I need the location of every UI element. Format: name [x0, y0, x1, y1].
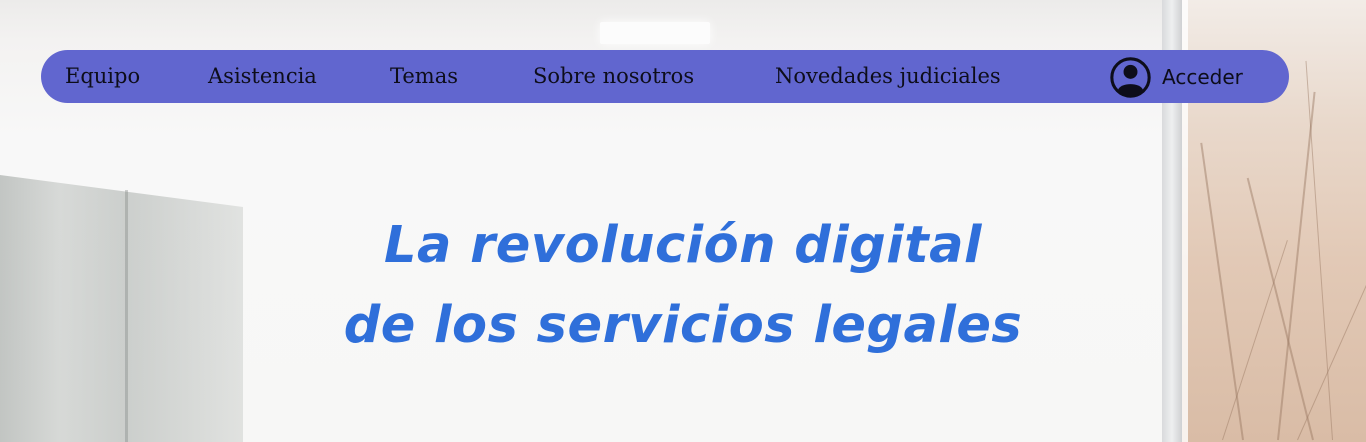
nav-item-novedades-judiciales[interactable]: Novedades judiciales — [775, 50, 1001, 103]
login-button[interactable]: Acceder — [1110, 56, 1243, 98]
main-nav-bar: Equipo Asistencia Temas Sobre nosotros N… — [41, 50, 1289, 103]
nav-item-equipo[interactable]: Equipo — [65, 50, 140, 103]
nav-item-sobre-nosotros[interactable]: Sobre nosotros — [533, 50, 694, 103]
login-label: Acceder — [1162, 65, 1243, 89]
ceiling-light — [600, 22, 710, 44]
nav-item-temas[interactable]: Temas — [390, 50, 458, 103]
user-circle-icon — [1110, 56, 1151, 98]
hero-headline-line-1: La revolución digital — [383, 216, 983, 275]
hero-headline: La revolución digital de los servicios l… — [0, 206, 1366, 366]
hero-headline-line-2: de los servicios legales — [343, 296, 1023, 355]
nav-item-asistencia[interactable]: Asistencia — [208, 50, 317, 103]
